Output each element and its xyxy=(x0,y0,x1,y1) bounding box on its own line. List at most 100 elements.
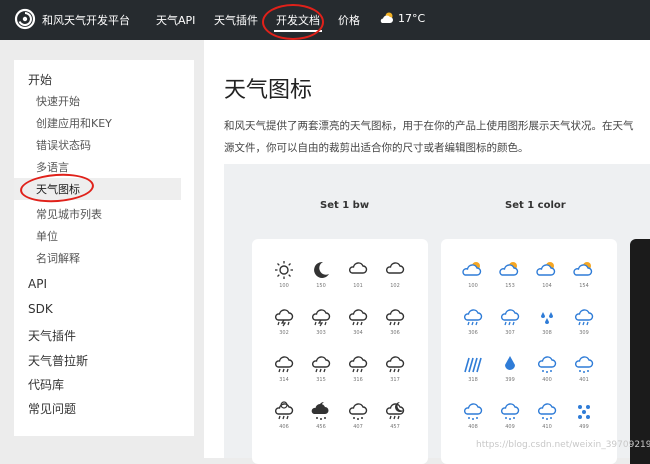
sidebar-group-api[interactable]: API xyxy=(28,277,47,291)
weather-icon-tile[interactable]: 102 xyxy=(380,259,410,293)
page-title: 天气图标 xyxy=(224,78,313,103)
icon-code-label: 456 xyxy=(316,424,326,430)
weather-icon-tile[interactable]: 100 xyxy=(458,259,488,293)
sidebar-item-languages[interactable]: 多语言 xyxy=(36,159,69,175)
icon-card-color: 100 153 104 154 306 307 308 309 318 399 400 401 408 4… xyxy=(441,239,617,464)
weather-icon-tile[interactable]: 401 xyxy=(569,353,599,387)
rain-icon xyxy=(500,309,520,326)
sun-cloud-icon xyxy=(462,262,482,276)
icon-code-label: 306 xyxy=(468,330,478,336)
weather-icon-tile[interactable]: 101 xyxy=(343,259,373,293)
weather-icon-tile[interactable]: 315 xyxy=(306,353,336,387)
nav-weather-api[interactable]: 天气API xyxy=(156,12,195,28)
weather-icon-tile[interactable]: 306 xyxy=(458,306,488,340)
weather-icon-tile[interactable]: 456 xyxy=(306,400,336,434)
snowflake-icon xyxy=(578,405,590,419)
icon-code-label: 406 xyxy=(279,424,289,430)
weather-icon-tile[interactable]: 318 xyxy=(458,353,488,387)
sidebar-group-weather-plugin[interactable]: 天气插件 xyxy=(28,327,76,344)
weather-icon-tile[interactable]: 307 xyxy=(495,306,525,340)
weather-icon-tile[interactable]: 399 xyxy=(495,353,525,387)
cloud-snow-icon xyxy=(537,356,557,373)
sidebar-item-units[interactable]: 单位 xyxy=(36,228,58,244)
moon-icon xyxy=(314,261,329,278)
thunder-rain-icon xyxy=(274,309,294,327)
weather-icon-tile[interactable]: 154 xyxy=(569,259,599,293)
set-bw-title: Set 1 bw xyxy=(320,200,370,211)
nav-weather-plugin[interactable]: 天气插件 xyxy=(214,12,258,28)
icon-code-label: 318 xyxy=(468,377,478,383)
weather-icon-tile[interactable]: 499 xyxy=(569,400,599,434)
rain-icon xyxy=(311,356,331,373)
sun-cloud-icon xyxy=(499,262,519,276)
icon-code-label: 408 xyxy=(468,424,478,430)
sidebar-group-start[interactable]: 开始 xyxy=(28,71,52,88)
sun-icon xyxy=(275,261,293,279)
icon-card-bw: 100 150 101 102 302 303 304 306 314 315 316 317 406 4… xyxy=(252,239,428,464)
logo-icon[interactable] xyxy=(14,8,36,30)
set-color-title: Set 1 color xyxy=(505,200,566,211)
icon-card-dark xyxy=(630,239,650,464)
weather-icon-tile[interactable]: 406 xyxy=(269,400,299,434)
brand-name[interactable]: 和风天气开发平台 xyxy=(42,12,130,28)
sidebar-group-faq[interactable]: 常见问题 xyxy=(28,400,76,417)
weather-icon-tile[interactable]: 407 xyxy=(343,400,373,434)
sidebar-item-create-app-key[interactable]: 创建应用和KEY xyxy=(36,115,112,131)
icon-code-label: 303 xyxy=(316,330,326,336)
moon-cloud-rain-icon xyxy=(311,402,329,420)
sidebar-group-sdk[interactable]: SDK xyxy=(28,302,53,316)
icon-code-label: 316 xyxy=(353,377,363,383)
weather-icon-tile[interactable]: 303 xyxy=(306,306,336,340)
icon-code-label: 314 xyxy=(279,377,289,383)
drops-icon xyxy=(541,312,553,324)
weather-icon-tile[interactable]: 314 xyxy=(269,353,299,387)
cloud-icon xyxy=(385,262,405,274)
weather-icon-tile[interactable]: 150 xyxy=(306,259,336,293)
weather-icon-tile[interactable]: 304 xyxy=(343,306,373,340)
sidebar-group-code-library[interactable]: 代码库 xyxy=(28,376,64,393)
icon-code-label: 100 xyxy=(468,283,478,289)
icon-code-label: 401 xyxy=(579,377,589,383)
nav-pricing[interactable]: 价格 xyxy=(338,12,360,28)
weather-icon-tile[interactable]: 104 xyxy=(532,259,562,293)
weather-icon-tile[interactable]: 308 xyxy=(532,306,562,340)
icon-code-label: 100 xyxy=(279,283,289,289)
weather-icon-tile[interactable]: 316 xyxy=(343,353,373,387)
weather-icon-tile[interactable]: 409 xyxy=(495,400,525,434)
weather-icon-tile[interactable]: 302 xyxy=(269,306,299,340)
weather-icon-tile[interactable]: 457 xyxy=(380,400,410,434)
weather-icon-tile[interactable]: 309 xyxy=(569,306,599,340)
snow-icon xyxy=(348,403,368,420)
icon-code-label: 399 xyxy=(505,377,515,383)
weather-icon-tile[interactable]: 100 xyxy=(269,259,299,293)
icon-code-label: 304 xyxy=(353,330,363,336)
rain-icon xyxy=(463,309,483,326)
rain-icon xyxy=(348,356,368,373)
sidebar-group-weather-plus[interactable]: 天气普拉斯 xyxy=(28,352,88,369)
cloud-snow-icon xyxy=(537,403,557,420)
main-content: 天气图标 和风天气提供了两套漂亮的天气图标，用于在你的产品上使用图形展示天气状况… xyxy=(204,40,650,464)
weather-icon-tile[interactable]: 153 xyxy=(495,259,525,293)
icon-code-label: 400 xyxy=(542,377,552,383)
weather-icon-tile[interactable]: 400 xyxy=(532,353,562,387)
rain-icon xyxy=(274,356,294,373)
icon-code-label: 101 xyxy=(353,283,363,289)
cloud-snow-icon xyxy=(463,403,483,420)
description-line-1: 和风天气提供了两套漂亮的天气图标，用于在你的产品上使用图形展示天气状况。在天气 xyxy=(224,120,634,132)
weather-icon-tile[interactable]: 306 xyxy=(380,306,410,340)
weather-icon-tile[interactable]: 408 xyxy=(458,400,488,434)
sun-cloud-icon xyxy=(536,262,556,276)
sidebar-item-glossary[interactable]: 名词解释 xyxy=(36,250,80,266)
sidebar-item-city-list[interactable]: 常见城市列表 xyxy=(36,206,102,222)
weather-icon-tile[interactable]: 410 xyxy=(532,400,562,434)
sidebar-item-error-codes[interactable]: 错误状态码 xyxy=(36,137,91,153)
sun-cloud-icon xyxy=(573,262,593,276)
cloud-snow-icon xyxy=(574,356,594,373)
weather-icon-tile[interactable]: 317 xyxy=(380,353,410,387)
icon-code-label: 317 xyxy=(390,377,400,383)
icon-code-label: 315 xyxy=(316,377,326,383)
rain-icon xyxy=(348,309,368,326)
icon-code-label: 409 xyxy=(505,424,515,430)
icon-code-label: 410 xyxy=(542,424,552,430)
sidebar-item-quickstart[interactable]: 快速开始 xyxy=(36,93,80,109)
